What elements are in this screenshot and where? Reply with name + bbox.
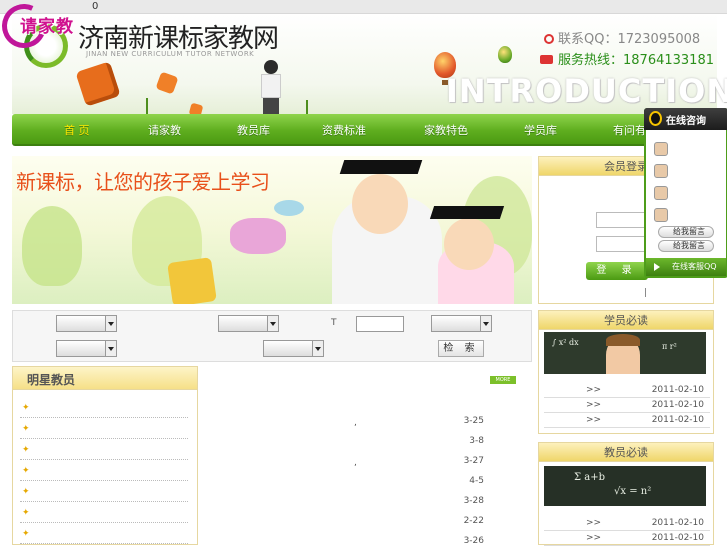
nav-item-qa[interactable]: 有问有: [613, 122, 646, 138]
introduction-graphic: INTRODUCTION: [446, 72, 727, 110]
bird-illustration: [274, 200, 304, 216]
tree-decoration: [22, 206, 82, 286]
arrow-icon: [654, 263, 664, 271]
nav-item-student-library[interactable]: 学员库: [524, 122, 557, 138]
star-teacher-row[interactable]: ✦: [20, 463, 188, 481]
leave-message-button[interactable]: 给我留言: [658, 240, 714, 252]
search-select-1[interactable]: [56, 315, 117, 332]
star-icon: ✦: [22, 529, 30, 539]
star-icon: ✦: [22, 508, 30, 518]
hot-air-balloon-icon: [434, 52, 456, 78]
star-icon: ✦: [22, 445, 30, 455]
hot-air-balloon-icon: [498, 46, 512, 63]
chevron-down-icon: [267, 316, 278, 331]
boy-face: [352, 174, 408, 234]
username-input[interactable]: [596, 212, 648, 228]
leave-message-button[interactable]: 给我留言: [658, 226, 714, 238]
chevron-down-icon: [105, 316, 116, 331]
search-text-input[interactable]: [356, 316, 404, 332]
agent-avatar-icon[interactable]: [654, 164, 668, 178]
star-icon: ✦: [22, 424, 30, 434]
nav-item-tutor-library[interactable]: 教员库: [237, 122, 270, 138]
star-teacher-row[interactable]: ✦: [20, 400, 188, 418]
service-hotline-text: 服务热线：18764133181: [558, 53, 714, 68]
teacher-reading-row[interactable]: >> 2011-02-10: [544, 517, 710, 531]
star-icon: ✦: [22, 466, 30, 476]
star-icon: ✦: [22, 487, 30, 497]
chalkboard-math-image: Σ a+b √x = n²: [544, 466, 706, 506]
elephant-toy-illustration: [230, 218, 286, 254]
qq-icon: [544, 34, 554, 44]
news-date: 4-5: [469, 476, 484, 486]
news-mark: ,: [354, 458, 357, 468]
more-link[interactable]: MORE: [490, 376, 516, 384]
penguin-icon: [649, 111, 662, 126]
chevron-down-icon: [312, 341, 323, 356]
agent-avatar-icon[interactable]: [654, 142, 668, 156]
main-nav: 首 页 请家教 教员库 资费标准 家教特色 学员库 有问有: [12, 114, 717, 146]
chalkboard-boy-image: ∫ x² dx π r²: [544, 332, 706, 374]
star-teacher-row[interactable]: ✦: [20, 421, 188, 439]
star-teachers-title: 明星教员: [12, 366, 198, 390]
phone-icon: [540, 55, 553, 64]
chevron-down-icon: [480, 316, 491, 331]
nav-item-features[interactable]: 家教特色: [424, 122, 468, 138]
password-input[interactable]: [596, 236, 648, 252]
news-date: 3-28: [463, 496, 484, 506]
teacher-reading-title: 教员必读: [538, 442, 714, 462]
graduation-cap-icon: [339, 160, 423, 174]
sprout-icon: [146, 98, 148, 114]
nav-item-home[interactable]: 首 页: [64, 122, 90, 138]
contact-qq: 联系QQ：1723095008: [544, 28, 700, 47]
contact-qq-text: 联系QQ：1723095008: [558, 32, 701, 47]
sprout-icon: [306, 100, 308, 114]
news-mark: ,: [354, 418, 357, 428]
star-icon: ✦: [22, 403, 30, 413]
student-reading-row[interactable]: >> 2011-02-10: [544, 384, 710, 398]
online-chat-title: 在线咨询: [644, 108, 727, 130]
book-character-illustration: [167, 257, 217, 304]
graduation-cap-icon: [429, 206, 505, 219]
top-bar: 0: [0, 0, 727, 14]
banner-slogan: 新课标，让您的孩子爱上学习: [16, 170, 270, 194]
star-teacher-row[interactable]: ✦: [20, 505, 188, 523]
search-button[interactable]: 检 索: [438, 340, 484, 357]
agent-avatar-icon[interactable]: [654, 208, 668, 222]
news-date: 2-22: [463, 516, 484, 526]
request-tutor-badge[interactable]: 请家教: [0, 0, 98, 55]
chevron-down-icon: [105, 341, 116, 356]
site-subtitle: JINAN NEW CURRICULUM TUTOR NETWORK: [86, 50, 255, 58]
nav-item-request-tutor[interactable]: 请家教: [148, 122, 181, 138]
nav-item-pricing[interactable]: 资费标准: [322, 122, 366, 138]
balloon-basket: [442, 80, 448, 85]
teacher-reading-row[interactable]: >> 2011-02-10: [544, 532, 710, 546]
agent-avatar-icon[interactable]: [654, 186, 668, 200]
online-service-qq-text: 在线客服QQ: [672, 262, 717, 271]
search-select-5[interactable]: [263, 340, 324, 357]
star-teacher-row[interactable]: ✦: [20, 484, 188, 502]
search-select-3[interactable]: [431, 315, 492, 332]
online-chat-title-text: 在线咨询: [666, 116, 706, 127]
news-date: 3-8: [469, 436, 484, 446]
login-links-separator: |: [644, 288, 648, 298]
online-service-qq-link[interactable]: 在线客服QQ: [646, 258, 726, 276]
student-reading-row[interactable]: >> 2011-02-10: [544, 414, 710, 428]
star-teacher-row[interactable]: ✦: [20, 442, 188, 460]
login-button[interactable]: 登 录: [586, 262, 648, 280]
hero-banner[interactable]: 新课标，让您的孩子爱上学习: [12, 156, 532, 304]
service-hotline: 服务热线：18764133181: [540, 49, 714, 68]
jumping-person-illustration: [254, 60, 288, 116]
search-t-label: T: [331, 318, 337, 328]
request-tutor-badge-label: 请家教: [20, 17, 74, 37]
student-reading-title: 学员必读: [538, 310, 714, 330]
news-date: 3-25: [463, 416, 484, 426]
star-teacher-row[interactable]: ✦: [20, 526, 188, 544]
student-reading-row[interactable]: >> 2011-02-10: [544, 399, 710, 413]
girl-face: [444, 218, 494, 270]
search-select-4[interactable]: [56, 340, 117, 357]
news-date: 3-27: [463, 456, 484, 466]
search-select-2[interactable]: [218, 315, 279, 332]
